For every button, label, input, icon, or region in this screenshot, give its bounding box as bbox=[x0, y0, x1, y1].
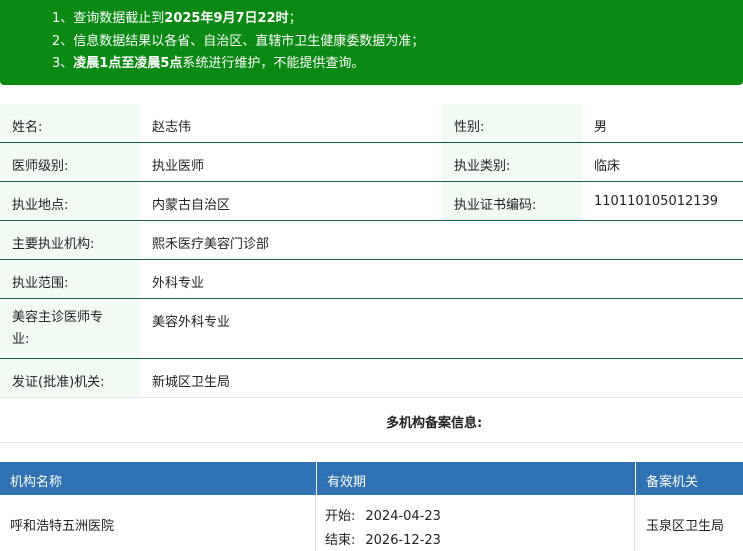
issuer-label: 发证(批准)机关: bbox=[0, 359, 140, 397]
info-row-location: 执业地点: 内蒙古自治区 执业证书编码: 110110105012139 bbox=[0, 182, 743, 221]
row-authority-cell: 玉泉区卫生局 bbox=[636, 495, 743, 551]
cert-value: 110110105012139 bbox=[594, 194, 719, 209]
info-row-level: 医师级别: 执业医师 执业类别: 临床 bbox=[0, 143, 743, 182]
header-authority: 备案机关 bbox=[636, 462, 743, 495]
info-row-name: 姓名: 赵志伟 性别: 男 bbox=[0, 104, 743, 143]
info-row-org: 主要执业机构: 熙禾医疗美容门诊部 bbox=[0, 221, 743, 260]
beauty-value: 美容外科专业 bbox=[152, 315, 231, 330]
table-header: 机构名称 有效期 备案机关 bbox=[0, 462, 743, 495]
scope-value: 外科专业 bbox=[152, 276, 205, 291]
doctor-info-table: 姓名: 赵志伟 性别: 男 医师级别: 执业医师 执业类别: 临床 执业地点: … bbox=[0, 104, 743, 398]
header-validity: 有效期 bbox=[317, 462, 635, 495]
info-row-issuer: 发证(批准)机关: 新城区卫生局 bbox=[0, 359, 743, 398]
category-label: 执业类别: bbox=[442, 143, 582, 181]
row-org-name: 呼和浩特五洲医院 bbox=[10, 519, 115, 534]
multi-org-title: 多机构备案信息: bbox=[386, 416, 483, 431]
row-authority: 玉泉区卫生局 bbox=[646, 519, 725, 534]
level-label: 医师级别: bbox=[0, 143, 140, 181]
notice-line-1: 1、查询数据截止到2025年9月7日22时； bbox=[52, 11, 302, 26]
notice-line-2: 2、信息数据结果以各省、自治区、直辖市卫生健康委数据为准； bbox=[52, 34, 425, 49]
issuer-value: 新城区卫生局 bbox=[152, 375, 231, 390]
multi-org-table: 机构名称 有效期 备案机关 呼和浩特五洲医院 开始: 2024-04-23 结束:… bbox=[0, 462, 743, 551]
notice-banner: 1、查询数据截止到2025年9月7日22时； 2、信息数据结果以各省、自治区、直… bbox=[0, 0, 743, 85]
row-validity-cell: 开始: 2024-04-23 结束: 2026-12-23 bbox=[317, 495, 635, 551]
category-value: 临床 bbox=[594, 159, 621, 174]
validity-end: 结束: 2026-12-23 bbox=[325, 533, 441, 548]
validity-start: 开始: 2024-04-23 bbox=[325, 509, 441, 524]
name-value: 赵志伟 bbox=[152, 120, 192, 135]
table-row: 呼和浩特五洲医院 开始: 2024-04-23 结束: 2026-12-23 玉泉区… bbox=[0, 495, 743, 551]
header-org: 机构名称 bbox=[0, 462, 316, 495]
notice-line-3: 3、凌晨1点至凌晨5点系统进行维护，不能提供查询。 bbox=[52, 56, 365, 71]
org-label: 主要执业机构: bbox=[0, 221, 140, 259]
location-label: 执业地点: bbox=[0, 182, 140, 220]
gender-value: 男 bbox=[594, 120, 608, 135]
name-label: 姓名: bbox=[0, 104, 140, 142]
scope-label: 执业范围: bbox=[0, 260, 140, 298]
multi-org-title-bar: 多机构备案信息: bbox=[0, 400, 743, 443]
beauty-label: 美容主诊医师专 业: bbox=[0, 299, 140, 358]
location-value: 内蒙古自治区 bbox=[152, 198, 231, 213]
cert-label: 执业证书编码: bbox=[442, 182, 582, 220]
row-org-cell: 呼和浩特五洲医院 bbox=[0, 495, 316, 551]
gender-label: 性别: bbox=[442, 104, 582, 142]
info-row-scope: 执业范围: 外科专业 bbox=[0, 260, 743, 299]
org-value: 熙禾医疗美容门诊部 bbox=[152, 237, 270, 252]
info-row-beauty: 美容主诊医师专 业: 美容外科专业 bbox=[0, 299, 743, 359]
level-value: 执业医师 bbox=[152, 159, 205, 174]
